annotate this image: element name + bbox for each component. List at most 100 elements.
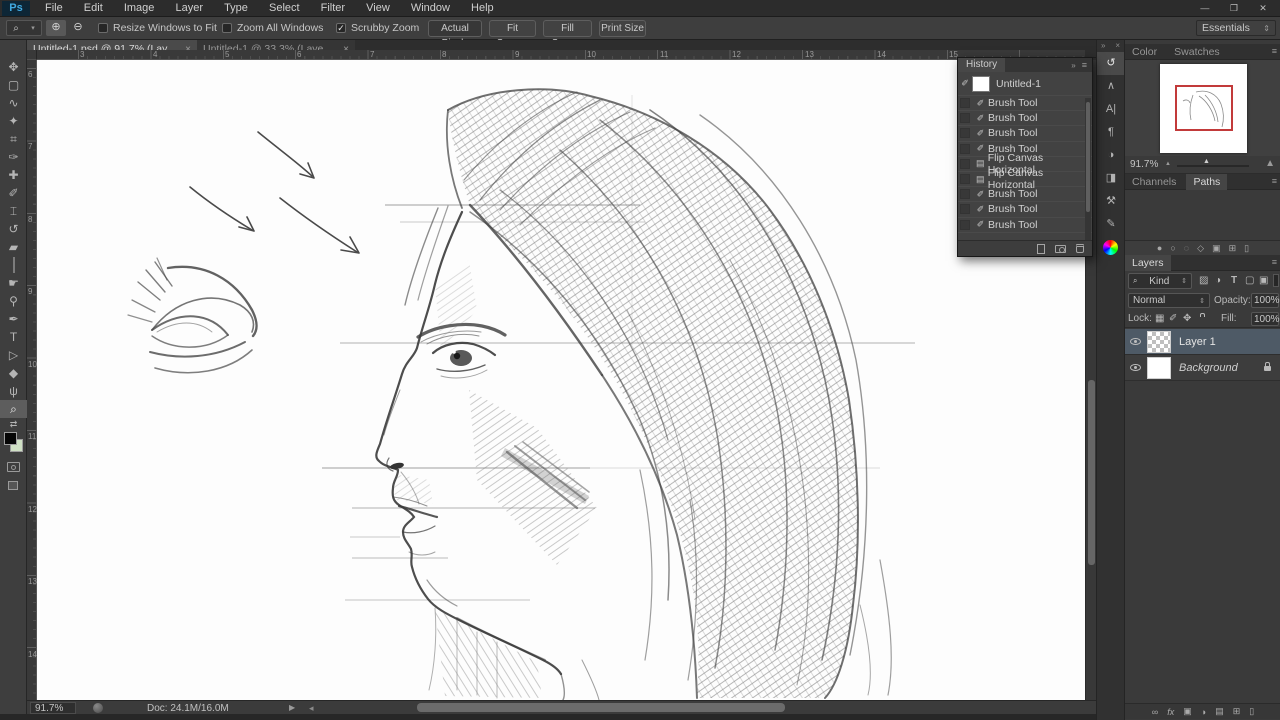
fill-value[interactable]: 100% ▾ <box>1251 312 1279 326</box>
tab-swatches[interactable]: Swatches <box>1167 44 1227 60</box>
new-document-from-state-icon[interactable] <box>1037 244 1045 254</box>
paragraph-panel-icon[interactable]: ¶ <box>1097 121 1125 144</box>
eraser-tool[interactable]: ▰ <box>0 238 27 256</box>
quick-selection-tool[interactable]: ✦ <box>0 112 27 130</box>
filter-type-icon[interactable]: T <box>1231 275 1237 286</box>
history-source-well[interactable] <box>960 113 970 123</box>
zoom-level-field[interactable]: 91.7% <box>30 702 76 714</box>
zoom-tool-selected[interactable]: ⌕ <box>0 400 27 418</box>
hand-tool[interactable]: ψ <box>0 382 27 400</box>
navigator-thumbnail[interactable] <box>1160 64 1247 153</box>
color-themes-panel-icon[interactable] <box>1103 240 1118 255</box>
checkbox-icon[interactable]: ✓ <box>336 23 346 33</box>
dock-collapse-icon[interactable]: » <box>1101 40 1105 52</box>
history-source-well[interactable] <box>960 220 970 230</box>
menu-view[interactable]: View <box>357 0 399 17</box>
filter-smart-object-icon[interactable]: ▣ <box>1259 275 1268 286</box>
blend-mode-dropdown[interactable]: Normal ⇕ <box>1128 293 1210 308</box>
dock-close-icon[interactable]: × <box>1115 40 1120 52</box>
menu-select[interactable]: Select <box>260 0 309 17</box>
path-selection-tool[interactable]: ▷ <box>0 346 27 364</box>
history-source-well[interactable] <box>960 98 970 108</box>
new-snapshot-icon[interactable] <box>1055 245 1066 253</box>
layer-thumbnail[interactable] <box>1147 331 1171 353</box>
character-panel-icon[interactable]: A| <box>1097 98 1125 121</box>
work-path-icon[interactable]: ◇ <box>1197 243 1204 254</box>
history-source-well[interactable] <box>960 144 970 154</box>
history-source-well[interactable] <box>960 128 970 138</box>
menu-filter[interactable]: Filter <box>312 0 354 17</box>
shape-tool[interactable]: ◆ <box>0 364 27 382</box>
history-panel-icon[interactable]: ↺ <box>1097 52 1125 75</box>
layer-thumbnail[interactable] <box>1147 357 1171 379</box>
vertical-ruler[interactable]: 6 7 8 9 10 11 12 13 14 <box>27 60 37 714</box>
screen-mode-button[interactable] <box>8 481 18 490</box>
history-step[interactable]: ✐ Brush Tool <box>958 111 1092 126</box>
tab-color[interactable]: Color <box>1125 44 1164 60</box>
link-layers-icon[interactable]: ∞ <box>1152 707 1158 717</box>
properties-panel-icon[interactable]: ◨ <box>1097 167 1125 190</box>
marquee-tool[interactable]: ▢ <box>0 76 27 94</box>
layer-group-icon[interactable]: ▤ <box>1215 706 1224 717</box>
menu-layer[interactable]: Layer <box>166 0 212 17</box>
healing-brush-tool[interactable]: ✚ <box>0 166 27 184</box>
menu-help[interactable]: Help <box>462 0 503 17</box>
filter-shape-icon[interactable]: ▢ <box>1245 275 1254 286</box>
menu-edit[interactable]: Edit <box>75 0 112 17</box>
menu-file[interactable]: File <box>36 0 72 17</box>
brush-tool[interactable]: ✐ <box>0 184 27 202</box>
scroll-left-arrow-icon[interactable]: ◂ <box>309 703 314 714</box>
history-source-well[interactable] <box>960 204 970 214</box>
history-snapshot-row[interactable]: ✐ Untitled-1 <box>958 72 1092 96</box>
smudge-tool[interactable]: ☛ <box>0 274 27 292</box>
move-tool[interactable]: ✥ <box>0 58 27 76</box>
scrubby-zoom-checkbox[interactable]: ✓ Scrubby Zoom <box>336 22 419 34</box>
navigator-zoom-readout[interactable]: 91.7% <box>1130 159 1158 170</box>
menu-window[interactable]: Window <box>402 0 459 17</box>
tab-history[interactable]: History <box>958 58 1005 72</box>
panel-menu-icon[interactable]: ≡ <box>1272 46 1277 56</box>
panel-collapse-icon[interactable]: » <box>1071 61 1075 70</box>
adjustment-layer-icon[interactable]: ◑ <box>1201 707 1206 717</box>
navigator-zoom-slider[interactable] <box>1177 165 1249 167</box>
dodge-tool[interactable]: ⚲ <box>0 292 27 310</box>
clone-stamp-tool[interactable]: ⌶ <box>0 202 27 220</box>
zoom-out-mountain-icon[interactable]: ▲ <box>1165 161 1171 167</box>
history-source-well[interactable] <box>960 189 970 199</box>
history-scrollbar[interactable] <box>1085 98 1091 240</box>
filter-adjustment-icon[interactable]: ◑ <box>1215 275 1221 286</box>
fit-screen-button[interactable]: Fit Screen <box>489 20 536 37</box>
current-tool-chip[interactable]: ⌕ ▾ <box>6 20 42 36</box>
crop-tool[interactable]: ⌗ <box>0 130 27 148</box>
path-mask-icon[interactable]: ▣ <box>1212 243 1221 254</box>
swap-colors-icon[interactable]: ⇄ <box>0 418 27 432</box>
opacity-value[interactable]: 100% ▾ <box>1251 293 1279 308</box>
horizontal-scroll-thumb[interactable] <box>417 703 785 712</box>
brush-panel-icon[interactable]: ✎ <box>1097 213 1125 236</box>
navigator-view-rectangle[interactable] <box>1175 85 1233 131</box>
panel-menu-icon[interactable]: ≡ <box>1272 176 1277 186</box>
history-source-well[interactable] <box>960 174 970 184</box>
type-tool[interactable]: T <box>0 328 27 346</box>
document-canvas[interactable] <box>37 60 1085 700</box>
fill-path-icon[interactable]: ● <box>1157 243 1162 253</box>
eyedropper-tool[interactable]: ✑ <box>0 148 27 166</box>
layer-mask-icon[interactable]: ▣ <box>1183 706 1192 717</box>
pen-tool[interactable]: ✒ <box>0 310 27 328</box>
history-step[interactable]: ✐ Brush Tool <box>958 218 1092 233</box>
tool-presets-panel-icon[interactable]: ⚒ <box>1097 190 1125 213</box>
layer-row-background[interactable]: Background <box>1125 355 1280 381</box>
delete-state-icon[interactable] <box>1076 244 1084 253</box>
fill-screen-button[interactable]: Fill Screen <box>543 20 592 37</box>
tab-paths[interactable]: Paths <box>1186 174 1227 190</box>
layer-style-fx-icon[interactable]: fx <box>1167 707 1174 717</box>
lasso-tool[interactable]: ∿ <box>0 94 27 112</box>
histogram-panel-icon[interactable]: ∧ <box>1097 75 1125 98</box>
filter-pixel-icon[interactable]: ▨ <box>1199 275 1208 286</box>
menu-image[interactable]: Image <box>115 0 164 17</box>
history-scroll-thumb[interactable] <box>1086 102 1090 212</box>
slider-thumb-icon[interactable]: ▲ <box>1203 158 1210 165</box>
close-button[interactable]: ✕ <box>1250 1 1276 15</box>
status-flyout-icon[interactable]: ▶ <box>289 703 295 712</box>
history-panel-header[interactable]: History » ≡ <box>958 58 1092 72</box>
